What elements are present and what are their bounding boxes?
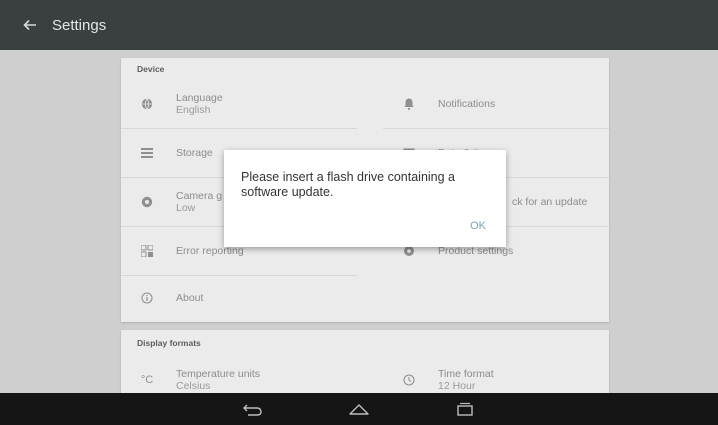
nav-home-button[interactable] <box>334 393 384 425</box>
nav-recents-button[interactable] <box>440 393 490 425</box>
nav-back-icon <box>243 404 262 416</box>
settings-screen: Settings Device Language English Storage… <box>0 0 718 425</box>
system-nav-bar <box>0 393 718 425</box>
nav-home-icon <box>349 404 369 415</box>
nav-recents-icon <box>457 402 473 416</box>
ok-button[interactable]: OK <box>466 218 490 234</box>
nav-back-button[interactable] <box>228 393 278 425</box>
update-dialog: Please insert a flash drive containing a… <box>224 150 506 247</box>
dialog-message: Please insert a flash drive containing a… <box>241 170 456 199</box>
